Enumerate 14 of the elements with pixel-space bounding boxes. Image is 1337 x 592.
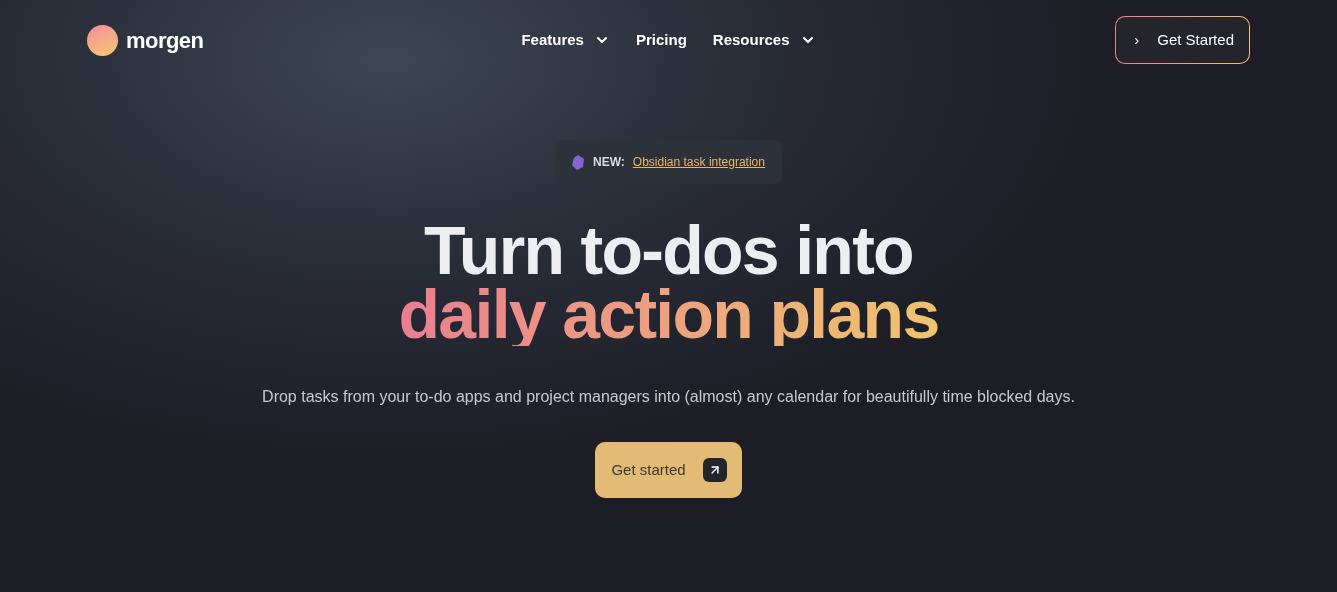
logo-icon	[87, 24, 118, 56]
new-label: NEW:	[593, 154, 625, 171]
nav-link[interactable]: Features	[521, 28, 610, 52]
subtitle: Drop tasks from your to-do apps and project managers into (almost) any calendar for beautifully time blocked days.	[262, 387, 1075, 407]
logo-wordmark[interactable]: morgen	[126, 23, 204, 57]
crystal-icon	[572, 154, 586, 170]
chevron-right-icon: ›	[1134, 28, 1140, 52]
nav-link[interactable]: Pricing	[635, 28, 687, 52]
arrow-up-right-icon	[702, 458, 727, 482]
headline: Turn to-dos into	[424, 218, 913, 282]
nav-link[interactable]: Resources	[712, 28, 816, 52]
announcement-link[interactable]: Obsidian task integration	[632, 153, 765, 171]
get-started-cta[interactable]: Get started	[595, 442, 742, 498]
get-started-button[interactable]: › Get Started	[1116, 17, 1249, 63]
